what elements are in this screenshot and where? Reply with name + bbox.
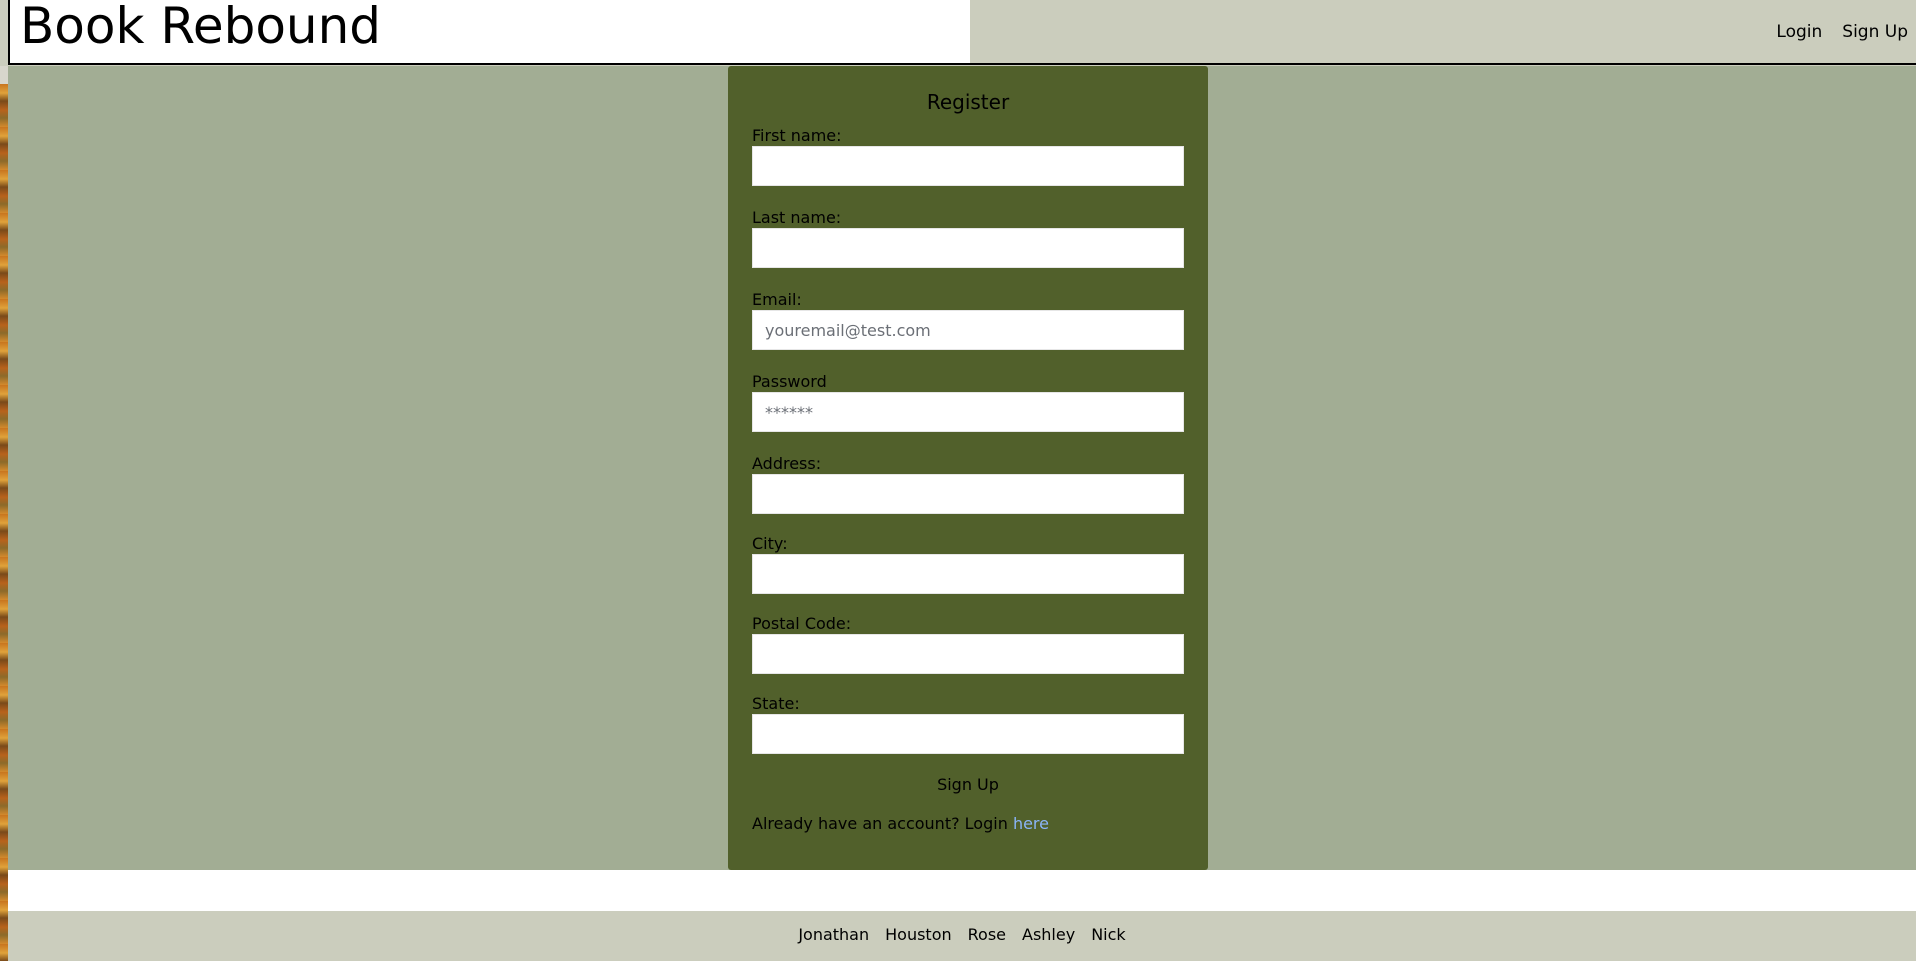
brand-box: Book Rebound [8, 0, 970, 64]
city-field: City: [752, 534, 1184, 594]
first-name-field: First name: [752, 126, 1184, 186]
postal-code-label: Postal Code: [752, 614, 852, 633]
password-label: Password [752, 372, 827, 391]
footer-name-rose: Rose [967, 925, 1006, 944]
postal-code-field: Postal Code: [752, 614, 1184, 674]
footer-name-ashley: Ashley [1022, 925, 1076, 944]
footer-name-houston: Houston [885, 925, 952, 944]
nav-login-link[interactable]: Login [1776, 22, 1822, 42]
login-prompt-text: Already have an account? Login [752, 814, 1008, 833]
team-names: Jonathan Houston Rose Ashley Nick [8, 925, 1916, 944]
register-title: Register [926, 90, 1010, 114]
city-label: City: [752, 534, 788, 553]
email-input[interactable] [752, 310, 1184, 350]
top-nav: Login Sign Up [1776, 22, 1908, 42]
site-title: Book Rebound [20, 0, 382, 55]
footer-name-jonathan: Jonathan [798, 925, 870, 944]
password-field: Password [752, 372, 1184, 432]
address-label: Address: [752, 454, 822, 473]
autumn-side-image [0, 84, 8, 961]
address-input[interactable] [752, 474, 1184, 514]
last-name-input[interactable] [752, 228, 1184, 268]
sign-up-button[interactable]: Sign Up [937, 772, 999, 796]
state-field: State: [752, 694, 1184, 754]
last-name-field: Last name: [752, 208, 1184, 268]
content-gap [8, 870, 1916, 911]
password-input[interactable] [752, 392, 1184, 432]
footer-name-nick: Nick [1091, 925, 1126, 944]
first-name-label: First name: [752, 126, 842, 145]
city-input[interactable] [752, 554, 1184, 594]
last-name-label: Last name: [752, 208, 842, 227]
site-footer: Jonathan Houston Rose Ashley Nick [8, 911, 1916, 961]
email-field: Email: [752, 290, 1184, 350]
register-form: Register First name: Last name: Email: P… [728, 66, 1208, 870]
state-input[interactable] [752, 714, 1184, 754]
nav-signup-link[interactable]: Sign Up [1842, 22, 1908, 42]
first-name-input[interactable] [752, 146, 1184, 186]
login-prompt: Already have an account? Login here [752, 812, 1184, 836]
postal-code-input[interactable] [752, 634, 1184, 674]
header-divider [8, 63, 1916, 65]
side-image-top [0, 64, 8, 84]
site-header: Book Rebound Login Sign Up [0, 0, 1916, 66]
email-label: Email: [752, 290, 802, 309]
login-here-link[interactable]: here [1013, 814, 1049, 833]
state-label: State: [752, 694, 800, 713]
address-field: Address: [752, 454, 1184, 514]
